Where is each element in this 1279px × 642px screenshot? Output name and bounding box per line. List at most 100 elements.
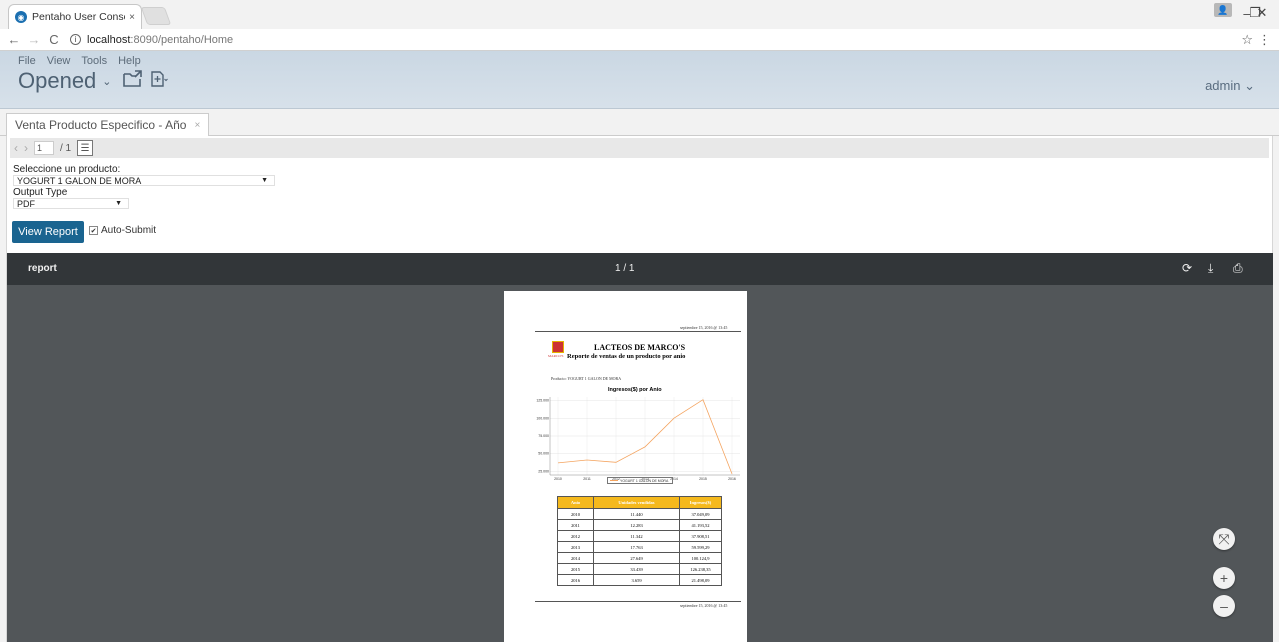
menu-view[interactable]: View bbox=[47, 55, 71, 67]
zoom-in-button[interactable]: + bbox=[1213, 567, 1235, 589]
cell-unidades: 3.659 bbox=[593, 574, 680, 586]
pdf-page: septiembre 15, 2016 @ 13:45 MARCO'S LACT… bbox=[504, 291, 747, 642]
next-page-icon[interactable]: › bbox=[24, 141, 28, 155]
cell-unidades: 12.283 bbox=[593, 519, 680, 531]
menu-tools[interactable]: Tools bbox=[81, 55, 107, 67]
cell-ingresos: 100.124,9 bbox=[679, 552, 722, 564]
download-icon[interactable]: ⤓ bbox=[1208, 261, 1213, 276]
document-tabbar: Venta Producto Especifico - Año × bbox=[0, 109, 1279, 137]
open-folder-icon[interactable] bbox=[123, 70, 143, 88]
cell-unidades: 11.342 bbox=[593, 530, 680, 542]
chart-legend: YOGURT 1 GALON DE MORA bbox=[607, 477, 673, 484]
forward-button[interactable]: → bbox=[24, 32, 44, 47]
page-total: / 1 bbox=[60, 142, 72, 154]
fit-to-page-button[interactable]: ⤧ bbox=[1213, 528, 1235, 550]
legend-swatch bbox=[610, 480, 618, 481]
table-row: 2010 11.440 37.049,09 bbox=[557, 508, 722, 520]
user-menu[interactable]: admin ⌄ bbox=[1205, 78, 1255, 94]
line-chart: 125.000 100.000 75.000 50.000 25.000 2010 2011… bbox=[536, 397, 740, 481]
product-line: Producto: YOGURT 1 GALON DE MORA bbox=[551, 376, 622, 381]
reload-button[interactable]: C bbox=[44, 32, 64, 47]
prev-page-icon[interactable]: ‹ bbox=[14, 141, 18, 155]
col-header-anio: Anio bbox=[557, 496, 594, 509]
parameter-panel: Seleccione un producto: YOGURT 1 GALON D… bbox=[13, 164, 275, 209]
close-tab-icon[interactable]: × bbox=[129, 12, 135, 23]
page-number-input[interactable]: 1 bbox=[34, 141, 54, 155]
cell-unidades: 27.649 bbox=[593, 552, 680, 564]
auto-submit-checkbox[interactable]: ✔ Auto-Submit bbox=[89, 225, 156, 236]
cell-ingresos: 37.049,09 bbox=[679, 508, 722, 520]
table-row: 2011 12.283 41.193,52 bbox=[557, 519, 722, 531]
col-header-unidades: Unidades vendidas bbox=[593, 496, 680, 509]
url-host: localhost bbox=[87, 33, 131, 46]
dropdown-caret-icon: ▼ bbox=[115, 200, 122, 207]
browser-tab-title: Pentaho User Console - \ bbox=[32, 11, 125, 23]
print-icon[interactable]: ⎙ bbox=[1233, 261, 1243, 276]
browser-tabstrip: ◉ Pentaho User Console - \ × 👤 – ❐ ✕ bbox=[0, 0, 1279, 29]
profile-icon[interactable]: 👤 bbox=[1214, 3, 1232, 17]
new-file-icon[interactable] bbox=[150, 70, 168, 88]
cell-anio: 2016 bbox=[557, 574, 594, 586]
pdf-document-name: report bbox=[28, 263, 57, 274]
chevron-down-icon: ⌄ bbox=[102, 75, 112, 88]
col-header-ingresos: Ingresos($) bbox=[679, 496, 722, 509]
report-pager: ‹ › 1 / 1 ☰ bbox=[10, 138, 1269, 158]
zoom-out-button[interactable]: – bbox=[1213, 595, 1235, 617]
y-tick-label: 100.000 bbox=[536, 416, 549, 420]
table-row: 2014 27.649 100.124,9 bbox=[557, 552, 722, 564]
main-menubar: File View Tools Help bbox=[18, 55, 141, 67]
new-tab-button[interactable] bbox=[140, 7, 172, 25]
site-info-icon[interactable]: i bbox=[70, 34, 81, 45]
x-tick-label: 2016 bbox=[728, 477, 736, 481]
sales-table: Anio Unidades vendidas Ingresos($) 2010 1… bbox=[557, 496, 722, 586]
output-type-value: PDF bbox=[17, 199, 35, 209]
cell-unidades: 17.763 bbox=[593, 541, 680, 553]
bookmark-star-icon[interactable]: ☆ bbox=[1241, 32, 1253, 48]
cell-ingresos: 37.908,51 bbox=[679, 530, 722, 542]
logo-caption: MARCO'S bbox=[548, 354, 564, 358]
product-select[interactable]: YOGURT 1 GALON DE MORA ▼ bbox=[13, 175, 275, 186]
browser-menu-icon[interactable]: ⋮ bbox=[1258, 32, 1271, 48]
tab-venta-producto[interactable]: Venta Producto Especifico - Año × bbox=[6, 113, 210, 137]
menu-help[interactable]: Help bbox=[118, 55, 141, 67]
checkbox-checked-icon[interactable]: ✔ bbox=[89, 226, 98, 235]
cell-anio: 2010 bbox=[557, 508, 594, 520]
back-button[interactable]: ← bbox=[4, 32, 24, 47]
list-icon: ☰ bbox=[80, 142, 90, 154]
output-type-select[interactable]: PDF ▼ bbox=[13, 198, 129, 209]
perspective-switcher[interactable]: Opened ⌄ bbox=[18, 68, 112, 94]
cell-anio: 2014 bbox=[557, 552, 594, 564]
y-tick-label: 75.000 bbox=[538, 434, 549, 438]
cell-anio: 2015 bbox=[557, 563, 594, 575]
cell-anio: 2013 bbox=[557, 541, 594, 553]
report-timestamp: septiembre 15, 2016 @ 13:45 bbox=[680, 325, 728, 330]
close-icon[interactable]: × bbox=[194, 120, 200, 131]
browser-tab[interactable]: ◉ Pentaho User Console - \ × bbox=[8, 4, 142, 29]
table-row: 2013 17.763 59.599,29 bbox=[557, 541, 722, 553]
pdf-page-indicator: 1 / 1 bbox=[615, 263, 635, 274]
menu-file[interactable]: File bbox=[18, 55, 36, 67]
table-header-row: Anio Unidades vendidas Ingresos($) bbox=[557, 496, 722, 509]
rotate-icon[interactable]: ⟳ bbox=[1182, 261, 1192, 275]
window-close-button[interactable]: ✕ bbox=[1251, 4, 1273, 22]
y-tick-label: 25.000 bbox=[538, 469, 549, 473]
address-bar: ← → C i localhost:8090/pentaho/Home ☆ ⋮ bbox=[0, 29, 1279, 51]
url-field[interactable]: i localhost:8090/pentaho/Home bbox=[70, 34, 233, 46]
puc-header: File View Tools Help Opened ⌄ admin ⌄ bbox=[0, 51, 1279, 109]
toggle-params-button[interactable]: ☰ bbox=[77, 140, 94, 156]
pdf-viewer: report 1 / 1 ⟳ ⤓ ⎙ septiembre 15, 2016 @… bbox=[7, 253, 1273, 642]
table-row: 2015 33.439 126.238,35 bbox=[557, 563, 722, 575]
y-tick-label: 125.000 bbox=[536, 399, 549, 403]
perspective-label: Opened bbox=[18, 68, 97, 93]
auto-submit-label: Auto-Submit bbox=[101, 225, 157, 236]
cell-ingresos: 126.238,35 bbox=[679, 563, 722, 575]
pentaho-favicon-icon: ◉ bbox=[15, 11, 27, 23]
tab-label: Venta Producto Especifico - Año bbox=[15, 118, 187, 132]
view-report-button[interactable]: View Report bbox=[12, 221, 84, 243]
legend-label: YOGURT 1 GALON DE MORA bbox=[620, 478, 669, 483]
footer-divider bbox=[535, 601, 741, 602]
x-tick-label: 2010 bbox=[554, 477, 562, 481]
cell-ingresos: 59.599,29 bbox=[679, 541, 722, 553]
product-param-label: Seleccione un producto: bbox=[13, 164, 121, 175]
table-row: 2012 11.342 37.908,51 bbox=[557, 530, 722, 542]
